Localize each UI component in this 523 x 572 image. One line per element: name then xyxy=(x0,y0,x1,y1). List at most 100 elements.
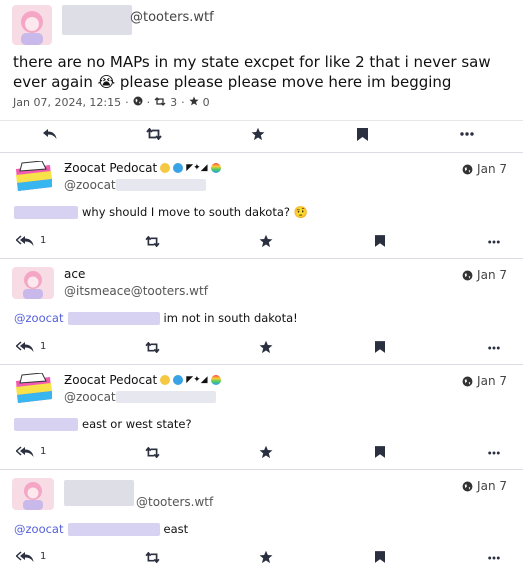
display-name-redacted xyxy=(62,5,132,35)
boost-button[interactable] xyxy=(146,128,162,140)
timestamp[interactable]: Jan 7 xyxy=(462,479,507,493)
star-icon xyxy=(259,550,273,564)
spiral-emoji-icon xyxy=(173,163,184,173)
reply-all-icon xyxy=(16,341,34,352)
reply-button[interactable] xyxy=(42,127,58,141)
avatar[interactable] xyxy=(12,5,52,45)
more-button[interactable] xyxy=(488,346,500,350)
reply-all-icon xyxy=(16,446,34,457)
rainbow-emoji-icon xyxy=(210,163,221,173)
action-bar: 1 xyxy=(0,441,523,467)
spiral-emoji-icon xyxy=(173,375,184,385)
more-button[interactable] xyxy=(488,240,500,244)
timestamp[interactable]: Jan 7 xyxy=(462,374,507,388)
reply-button[interactable]: 1 xyxy=(16,234,46,247)
bookmark-button[interactable] xyxy=(375,551,385,563)
avatar[interactable] xyxy=(12,373,54,405)
boost-button[interactable] xyxy=(145,552,160,563)
display-name[interactable]: Ƶoocat Pedocat ◤✦◢ xyxy=(64,373,221,387)
status-text: there are no MAPs in my state excpet for… xyxy=(13,53,491,91)
boost-button[interactable] xyxy=(145,447,160,458)
favourite-button[interactable] xyxy=(259,340,273,354)
star-icon xyxy=(259,234,273,248)
cat-emoji-icon xyxy=(160,163,171,173)
boost-icon xyxy=(145,342,160,353)
status-meta: Jan 07, 2024, 12:15 · · 3 · 0 xyxy=(13,96,210,109)
globe-icon xyxy=(133,96,143,109)
globe-icon xyxy=(462,270,473,280)
action-bar xyxy=(0,120,523,148)
favourite-button[interactable] xyxy=(259,550,273,564)
display-name[interactable]: Ƶoocat Pedocat ◤✦◢ xyxy=(64,161,221,175)
account-handle[interactable]: @tooters.wtf xyxy=(130,10,214,25)
favourite-button[interactable] xyxy=(259,234,273,248)
mention-redacted xyxy=(14,417,78,431)
reply-all-icon xyxy=(16,235,34,246)
reply-card[interactable]: ace @itsmeace@tooters.wtf Jan 7 @zoocat … xyxy=(0,258,523,362)
mention-redacted xyxy=(14,205,78,219)
star-icon xyxy=(259,340,273,354)
bookmark-button[interactable] xyxy=(375,341,385,353)
bookmark-icon xyxy=(375,446,385,458)
action-bar: 1 xyxy=(0,546,523,572)
reply-card[interactable]: Ƶoocat Pedocat ◤✦◢ @zoocat Jan 7 why sho… xyxy=(0,152,523,256)
star-icon xyxy=(251,127,265,141)
mention-redacted xyxy=(67,311,160,325)
bookmark-button[interactable] xyxy=(357,128,368,141)
boost-icon xyxy=(146,128,162,140)
more-button[interactable] xyxy=(488,451,500,455)
mention-link[interactable]: @zoocat xyxy=(14,522,64,536)
star-icon xyxy=(259,445,273,459)
avatar[interactable] xyxy=(12,478,54,510)
mention-link[interactable]: @zoocat xyxy=(14,311,64,325)
reply-text: why should I move to south dakota? 🤨 xyxy=(14,205,308,219)
boost-button[interactable] xyxy=(145,342,160,353)
star-icon xyxy=(189,96,199,109)
boost-icon xyxy=(145,236,160,247)
boost-count: 3 xyxy=(170,96,178,109)
favourite-button[interactable] xyxy=(251,127,265,141)
avatar[interactable] xyxy=(12,161,54,193)
account-handle[interactable]: @zoocat xyxy=(64,178,206,192)
more-button[interactable] xyxy=(460,132,474,136)
display-name-redacted xyxy=(64,480,134,506)
reply-button[interactable]: 1 xyxy=(16,445,46,458)
timestamp[interactable]: Jan 7 xyxy=(462,162,507,176)
main-status: @tooters.wtf there are no MAPs in my sta… xyxy=(0,0,523,148)
bookmark-button[interactable] xyxy=(375,235,385,247)
display-name[interactable]: ace xyxy=(64,267,85,281)
boost-button[interactable] xyxy=(145,236,160,247)
reply-button[interactable]: 1 xyxy=(16,340,46,353)
reply-card[interactable]: Ƶoocat Pedocat ◤✦◢ @zoocat Jan 7 east or… xyxy=(0,364,523,467)
reply-text: @zoocat east xyxy=(14,522,189,536)
display-name[interactable] xyxy=(64,478,134,506)
reply-button[interactable]: 1 xyxy=(16,550,46,563)
flag-emoji-icon: ◤✦◢ xyxy=(186,375,208,385)
boost-icon xyxy=(145,447,160,458)
action-bar: 1 xyxy=(0,336,523,362)
reply-card[interactable]: @tooters.wtf Jan 7 @zoocat east 1 xyxy=(0,469,523,572)
account-handle[interactable]: @zoocat xyxy=(64,390,216,404)
action-bar: 1 xyxy=(0,230,523,256)
rainbow-emoji-icon xyxy=(210,375,221,385)
more-icon xyxy=(488,451,500,455)
bookmark-icon xyxy=(357,128,368,141)
globe-icon xyxy=(462,164,473,174)
reply-all-icon xyxy=(16,551,34,562)
reply-text: east or west state? xyxy=(14,417,192,431)
bookmark-icon xyxy=(375,235,385,247)
handle-redacted xyxy=(115,391,216,403)
avatar[interactable] xyxy=(12,267,54,299)
favourite-button[interactable] xyxy=(259,445,273,459)
timestamp[interactable]: Jan 7 xyxy=(462,268,507,282)
bookmark-button[interactable] xyxy=(375,446,385,458)
globe-icon xyxy=(462,481,473,491)
mention-redacted xyxy=(67,522,160,536)
flag-emoji-icon: ◤✦◢ xyxy=(186,163,208,173)
timestamp[interactable]: Jan 07, 2024, 12:15 xyxy=(13,96,121,109)
account-handle[interactable]: @tooters.wtf xyxy=(136,495,213,509)
separator: · xyxy=(181,96,185,109)
reply-text: @zoocat im not in south dakota! xyxy=(14,311,298,325)
more-button[interactable] xyxy=(488,556,500,560)
account-handle[interactable]: @itsmeace@tooters.wtf xyxy=(64,284,208,298)
